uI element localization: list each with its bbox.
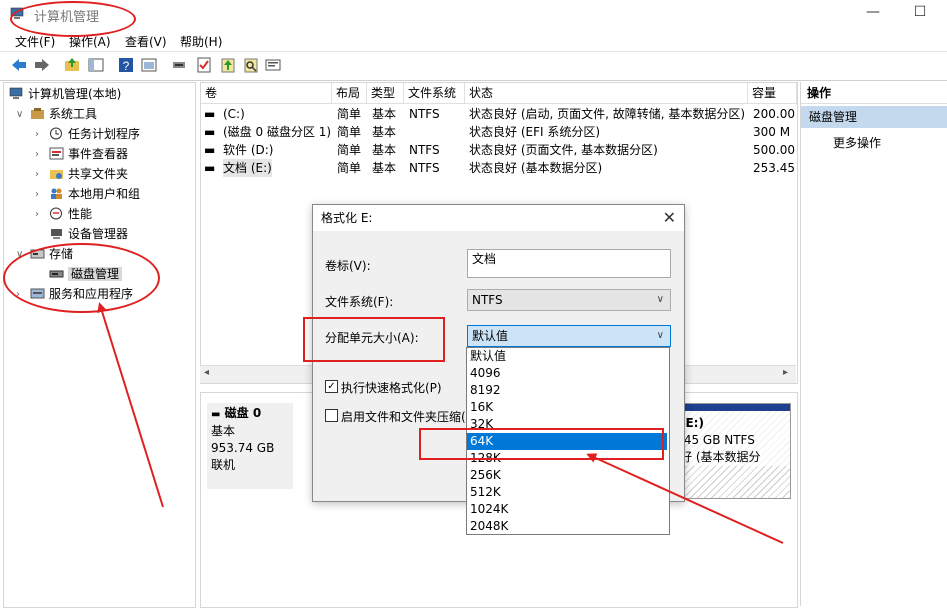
annotation-arrows — [97, 302, 784, 544]
annotation-arrow-to-disk-management — [97, 302, 164, 508]
annotation-arrow-to-64k — [586, 453, 784, 544]
